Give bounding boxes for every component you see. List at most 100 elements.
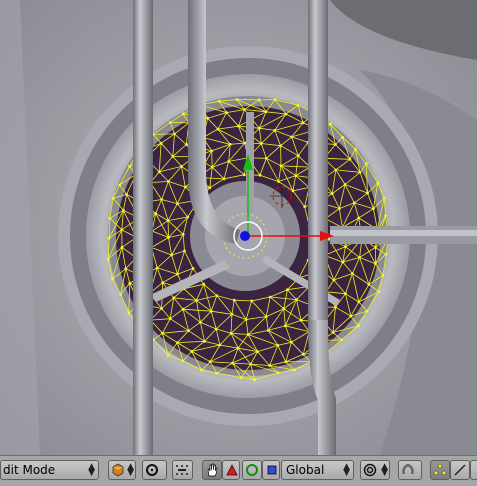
mesh-vertex[interactable] (167, 236, 170, 239)
mesh-vertex[interactable] (200, 368, 204, 372)
mesh-vertex[interactable] (366, 191, 369, 195)
mesh-vertex[interactable] (279, 164, 283, 168)
mesh-vertex[interactable] (290, 340, 293, 344)
mesh-vertex[interactable] (166, 219, 170, 223)
mesh-vertex[interactable] (329, 122, 332, 126)
mesh-vertex[interactable] (279, 144, 282, 148)
mesh-vertex[interactable] (122, 208, 125, 212)
mesh-vertex[interactable] (348, 157, 352, 161)
mesh-vertex[interactable] (384, 252, 388, 256)
mesh-vertex[interactable] (330, 192, 334, 196)
mesh-vertex[interactable] (157, 170, 161, 174)
mesh-vertex[interactable] (299, 318, 303, 322)
mesh-vertex[interactable] (231, 361, 234, 365)
mesh-vertex[interactable] (343, 183, 347, 186)
mesh-vertex[interactable] (176, 272, 179, 276)
mesh-vertex[interactable] (128, 281, 132, 285)
mesh-vertex[interactable] (183, 249, 186, 253)
mesh-vertex[interactable] (259, 142, 263, 145)
mesh-vertex[interactable] (351, 272, 354, 275)
face-select-mode-button[interactable] (470, 460, 477, 480)
mesh-vertex[interactable] (227, 160, 231, 163)
mesh-vertex[interactable] (296, 103, 300, 107)
mesh-vertex[interactable] (222, 177, 226, 181)
mesh-vertex[interactable] (377, 290, 381, 293)
mesh-vertex[interactable] (159, 141, 163, 145)
mesh-vertex[interactable] (118, 183, 121, 187)
mesh-vertex[interactable] (155, 266, 159, 270)
mesh-vertex[interactable] (242, 173, 246, 177)
widget-toggle[interactable] (202, 460, 222, 480)
mesh-vertex[interactable] (199, 320, 202, 324)
mesh-vertex[interactable] (257, 98, 261, 102)
mesh-vertex[interactable] (344, 292, 347, 296)
mesh-vertex[interactable] (243, 141, 247, 145)
mesh-vertex[interactable] (273, 98, 277, 101)
mesh-vertex[interactable] (181, 307, 185, 311)
mesh-vertex[interactable] (293, 368, 296, 372)
rotate-manipulator-button[interactable] (242, 460, 262, 480)
mesh-vertex[interactable] (374, 262, 377, 266)
mesh-vertex[interactable] (168, 121, 172, 124)
mesh-vertex[interactable] (352, 201, 356, 205)
mesh-vertex[interactable] (273, 129, 277, 132)
mesh-vertex[interactable] (154, 212, 158, 215)
mesh-vertex[interactable] (334, 143, 337, 146)
mesh-vertex[interactable] (191, 267, 195, 270)
mesh-vertex[interactable] (168, 317, 172, 321)
mesh-vertex[interactable] (167, 180, 170, 183)
mesh-vertex[interactable] (303, 205, 307, 209)
mesh-vertex[interactable] (364, 162, 368, 166)
mesh-vertex[interactable] (268, 364, 271, 367)
mesh-vertex[interactable] (106, 257, 110, 261)
pivot-button[interactable] (142, 460, 167, 480)
mesh-vertex[interactable] (173, 132, 176, 136)
mesh-vertex[interactable] (176, 202, 179, 206)
mesh-vertex[interactable] (172, 296, 176, 300)
mesh-vertex[interactable] (186, 215, 190, 219)
mesh-vertex[interactable] (291, 189, 295, 193)
mesh-vertex[interactable] (341, 135, 344, 139)
mesh-vertex[interactable] (183, 185, 187, 189)
mesh-vertex[interactable] (210, 165, 214, 169)
mesh-vertex[interactable] (243, 108, 246, 111)
mesh-vertex[interactable] (217, 99, 221, 103)
mesh-vertex[interactable] (253, 378, 256, 382)
mesh-vertex[interactable] (332, 278, 336, 282)
mesh-vertex[interactable] (357, 216, 361, 220)
mesh-vertex[interactable] (161, 281, 165, 284)
mesh-vertex[interactable] (282, 307, 286, 311)
proportional-edit-button[interactable]: ▲ ▼ (360, 460, 390, 480)
mesh-vertex[interactable] (372, 207, 375, 211)
mesh-vertex[interactable] (294, 174, 298, 178)
mesh-vertex[interactable] (257, 126, 261, 130)
mesh-vertex[interactable] (124, 267, 128, 271)
draw-type-button[interactable]: ▲ ▼ (108, 460, 136, 480)
mesh-vertex[interactable] (357, 324, 360, 328)
mesh-vertex[interactable] (374, 246, 377, 249)
mesh-vertex[interactable] (334, 305, 337, 309)
mesh-vertex[interactable] (230, 312, 234, 316)
snap-button[interactable] (398, 460, 422, 480)
mesh-vertex[interactable] (284, 324, 287, 328)
mesh-vertex[interactable] (111, 277, 114, 281)
edge-select-mode-button[interactable] (450, 460, 470, 480)
mesh-vertex[interactable] (296, 154, 300, 158)
mesh-vertex[interactable] (232, 298, 236, 302)
mesh-vertex[interactable] (344, 245, 347, 249)
mesh-vertex[interactable] (108, 216, 112, 220)
mesh-vertex[interactable] (225, 111, 228, 114)
mesh-vertex[interactable] (119, 293, 122, 296)
mesh-vertex[interactable] (125, 193, 128, 196)
mesh-vertex[interactable] (284, 360, 288, 364)
mesh-vertex[interactable] (264, 315, 268, 318)
mesh-vertex[interactable] (190, 350, 194, 353)
mesh-vertex[interactable] (215, 371, 219, 375)
pivot-options-button[interactable] (172, 460, 193, 480)
3d-viewport[interactable] (0, 0, 477, 455)
scale-manipulator-button[interactable] (262, 460, 280, 480)
mesh-vertex[interactable] (286, 288, 289, 292)
mesh-vertex[interactable] (376, 181, 380, 185)
mesh-vertex[interactable] (210, 149, 214, 153)
mesh-vertex[interactable] (187, 329, 191, 333)
